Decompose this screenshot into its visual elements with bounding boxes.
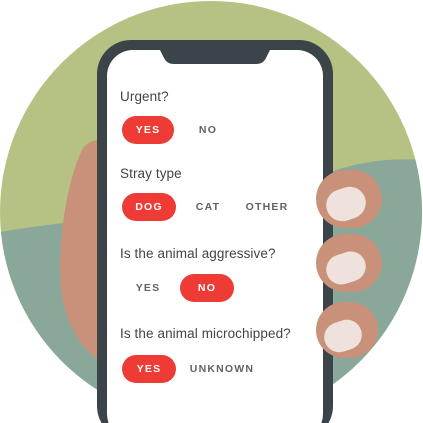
fingers bbox=[316, 170, 382, 358]
question-microchipped: Is the animal microchipped? bbox=[120, 326, 291, 341]
stray-report-form: Urgent? YES NO Stray type DOG CAT OTHER … bbox=[110, 62, 320, 423]
aggressive-no-option[interactable]: NO bbox=[180, 274, 234, 302]
microchipped-unknown-option[interactable]: UNKNOWN bbox=[184, 355, 260, 383]
urgent-no-option[interactable]: NO bbox=[186, 116, 230, 144]
question-aggressive: Is the animal aggressive? bbox=[120, 246, 276, 261]
urgent-yes-option[interactable]: YES bbox=[122, 116, 174, 144]
microchipped-yes-option[interactable]: YES bbox=[122, 355, 176, 383]
stray-type-cat-option[interactable]: CAT bbox=[186, 193, 230, 221]
stray-type-other-option[interactable]: OTHER bbox=[238, 193, 296, 221]
question-stray-type: Stray type bbox=[120, 166, 182, 181]
question-urgent: Urgent? bbox=[120, 89, 169, 104]
stray-type-dog-option[interactable]: DOG bbox=[122, 193, 176, 221]
aggressive-yes-option[interactable]: YES bbox=[126, 274, 170, 302]
